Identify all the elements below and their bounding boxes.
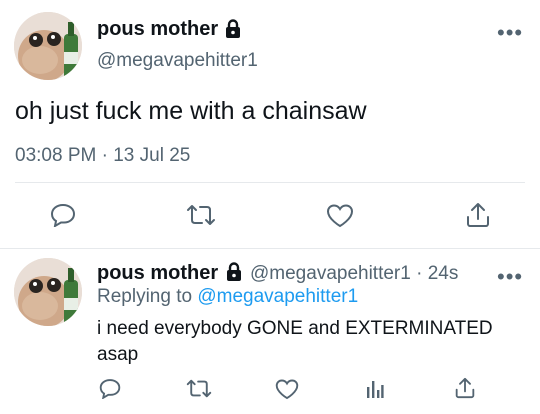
- replying-to-handle[interactable]: @megavapehitter1: [197, 286, 358, 307]
- lock-icon: [224, 19, 242, 39]
- like-icon[interactable]: [326, 204, 354, 228]
- stats-icon[interactable]: [366, 379, 384, 399]
- lock-icon: [225, 262, 243, 282]
- reply-icon[interactable]: [50, 203, 76, 227]
- replying-to-line: Replying to @megavapehitter1: [97, 286, 358, 308]
- share-icon[interactable]: [455, 377, 475, 399]
- divider: [0, 248, 540, 249]
- more-icon[interactable]: •••: [497, 266, 523, 288]
- avatar[interactable]: [14, 258, 82, 326]
- reply-handle[interactable]: @megavapehitter1: [250, 263, 411, 284]
- share-icon[interactable]: [466, 202, 490, 228]
- like-icon[interactable]: [275, 379, 299, 400]
- reply-display-name[interactable]: pous mother: [97, 262, 218, 285]
- reply-icon[interactable]: [99, 378, 121, 399]
- display-name[interactable]: pous mother: [97, 18, 218, 41]
- retweet-icon[interactable]: [186, 379, 212, 398]
- display-name-text[interactable]: pous mother: [97, 18, 218, 40]
- retweet-icon[interactable]: [186, 204, 216, 226]
- more-icon[interactable]: •••: [497, 22, 523, 44]
- timestamp[interactable]: 03:08 PM · 13 Jul 25: [15, 145, 190, 167]
- reply-text: i need everybody GONE and EXTERMINATED a…: [97, 318, 493, 365]
- divider: [15, 182, 525, 183]
- reply-display-name-text[interactable]: pous mother: [97, 262, 218, 284]
- reply-age[interactable]: · 24s: [416, 263, 458, 284]
- avatar[interactable]: [14, 12, 82, 80]
- handle[interactable]: @megavapehitter1: [97, 50, 258, 72]
- reply-handle-line: @megavapehitter1 · 24s: [250, 263, 458, 285]
- replying-to-label: Replying to: [97, 286, 193, 307]
- tweet-text: oh just fuck me with a chainsaw: [15, 97, 367, 125]
